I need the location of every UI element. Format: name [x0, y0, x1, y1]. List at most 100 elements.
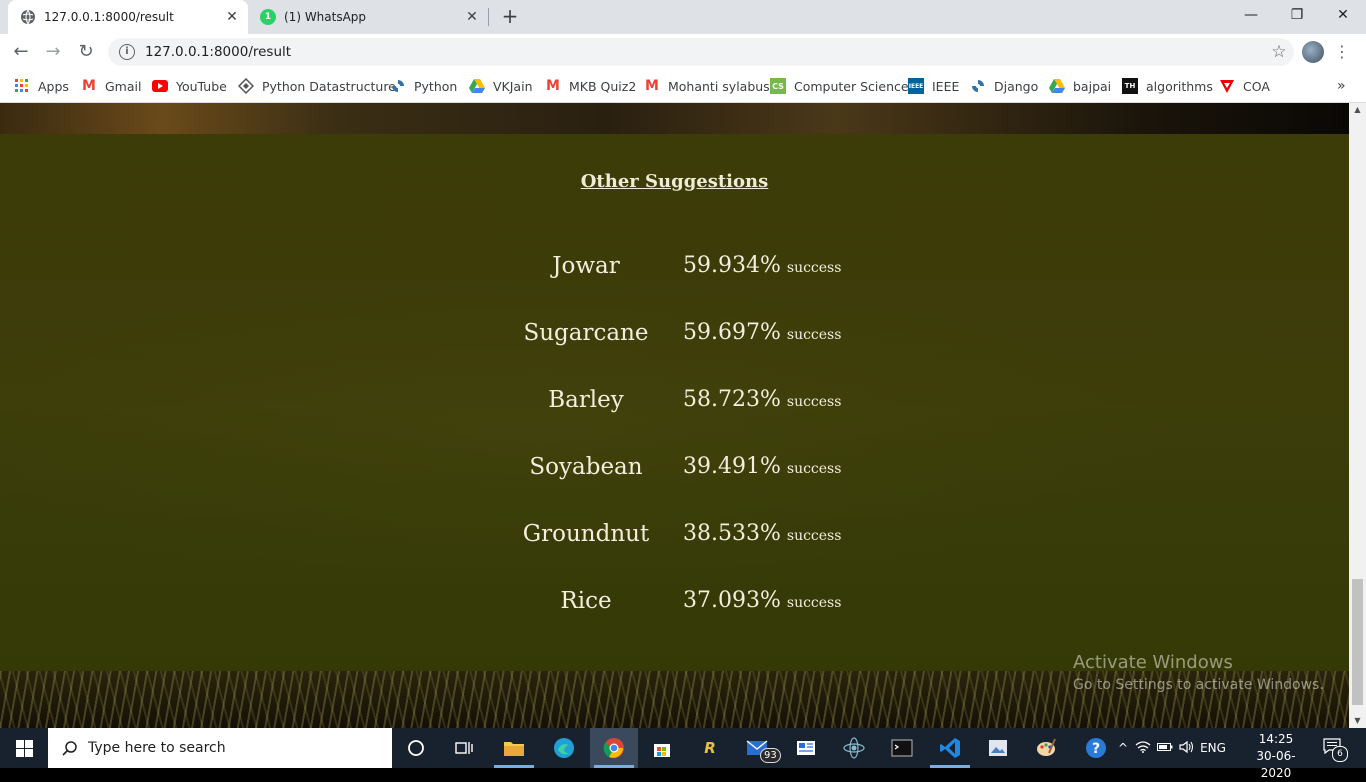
address-bar[interactable]: i 127.0.0.1:8000/result ☆ [108, 38, 1294, 66]
close-window-button[interactable]: ✕ [1320, 0, 1366, 32]
task-view-icon[interactable] [450, 734, 478, 762]
show-hidden-icons-icon[interactable]: ^ [1114, 741, 1132, 755]
back-button[interactable]: ← [8, 40, 34, 64]
battery-icon[interactable] [1154, 741, 1176, 755]
profile-avatar[interactable] [1302, 41, 1324, 63]
close-tab-icon[interactable]: ✕ [462, 9, 482, 25]
bookmark-youtube[interactable]: YouTube [152, 76, 227, 96]
taskbar-search[interactable]: Type here to search [48, 728, 392, 768]
minimize-button[interactable]: — [1228, 0, 1274, 32]
suggestion-row: Rice 37.093% success [0, 588, 1349, 628]
chrome-menu-icon[interactable]: ⋮ [1334, 40, 1350, 64]
bookmark-computer-science[interactable]: CS Computer Science [770, 76, 909, 96]
bookmark-star-icon[interactable]: ☆ [1264, 42, 1294, 62]
anaconda-icon[interactable] [840, 734, 868, 762]
suggestion-row: Sugarcane 59.697% success [0, 320, 1349, 360]
microsoft-store-icon[interactable] [648, 734, 676, 762]
bookmark-vkjain[interactable]: VKJain [469, 76, 533, 96]
python-datastructure-icon [238, 78, 254, 94]
bookmark-label: COA [1243, 78, 1270, 94]
percent-value: 58.723% [683, 387, 781, 412]
language-indicator[interactable]: ENG [1198, 741, 1228, 755]
scrollbar-thumb[interactable] [1352, 579, 1363, 705]
bookmark-label: YouTube [176, 78, 227, 94]
site-info-icon[interactable]: i [119, 44, 135, 60]
apps-grid-icon [14, 78, 30, 94]
page-viewport: Other Suggestions Jowar 59.934% success S… [0, 103, 1349, 728]
reload-button[interactable]: ↻ [73, 40, 99, 64]
bookmark-label: bajpai [1073, 78, 1112, 94]
url-text[interactable]: 127.0.0.1:8000/result [145, 44, 1264, 60]
start-button[interactable] [0, 728, 48, 768]
computer-science-icon: CS [770, 78, 786, 94]
edge-browser-icon[interactable] [550, 734, 578, 762]
success-rate: 59.934% success [683, 253, 841, 278]
svg-text:?: ? [1092, 741, 1100, 757]
system-clock[interactable]: 14:25 30-06-2020 [1244, 731, 1308, 782]
volume-icon[interactable] [1176, 740, 1198, 757]
bookmark-bajpai[interactable]: bajpai [1049, 76, 1111, 96]
scroll-up-arrow-icon[interactable]: ▲ [1349, 103, 1366, 117]
clock-date: 30-06-2020 [1256, 749, 1296, 780]
paint-icon[interactable] [1032, 734, 1060, 762]
google-drive-icon [1049, 78, 1065, 94]
bookmark-label: Computer Science [794, 78, 909, 94]
bookmark-coa[interactable]: COA [1219, 76, 1270, 96]
new-tab-button[interactable]: + [498, 4, 522, 28]
help-icon[interactable]: ? [1082, 734, 1110, 762]
mail-icon[interactable]: 93 [744, 734, 781, 763]
photos-viewer-icon[interactable] [984, 734, 1012, 762]
gmail-icon: M [546, 78, 560, 94]
wifi-icon[interactable] [1132, 740, 1154, 756]
action-center-button[interactable]: 6 [1322, 738, 1348, 762]
crop-name: Groundnut [522, 521, 650, 547]
bookmark-apps[interactable]: Apps [14, 76, 69, 96]
file-explorer-icon[interactable] [500, 734, 528, 762]
success-label: success [786, 595, 842, 611]
percent-value: 59.697% [683, 320, 781, 345]
vscode-icon[interactable] [936, 734, 964, 762]
tab-result[interactable]: 127.0.0.1:8000/result ✕ [8, 0, 248, 34]
mail-badge: 93 [760, 748, 781, 763]
bookmark-mohanti-sylabus[interactable]: M Mohanti sylabus [644, 76, 770, 96]
news-icon[interactable] [792, 734, 820, 762]
bookmark-label: Python [414, 78, 458, 94]
tab-title: 127.0.0.1:8000/result [44, 10, 174, 24]
cortana-icon[interactable] [402, 734, 430, 762]
bookmark-algorithms[interactable]: TH algorithms [1122, 76, 1213, 96]
tab-whatsapp[interactable]: 1 (1) WhatsApp ✕ [248, 0, 488, 34]
gmail-icon: M [82, 78, 96, 94]
bookmark-django[interactable]: Django [970, 76, 1038, 96]
percent-value: 59.934% [683, 253, 781, 278]
success-label: success [786, 461, 842, 477]
bookmark-ieee[interactable]: IEEE IEEE [908, 76, 959, 96]
whatsapp-icon: 1 [260, 9, 276, 25]
success-label: success [786, 394, 842, 410]
bookmark-label: VKJain [493, 78, 533, 94]
close-tab-icon[interactable]: ✕ [222, 9, 242, 25]
forward-button[interactable]: → [40, 40, 66, 64]
bookmark-gmail[interactable]: M Gmail [81, 76, 141, 96]
tab-divider [488, 8, 489, 26]
google-drive-icon [469, 78, 485, 94]
bookmark-python[interactable]: Python [390, 76, 457, 96]
django-icon [970, 78, 986, 94]
percent-value: 37.093% [683, 588, 781, 613]
clock-time: 14:25 [1258, 732, 1294, 746]
more-bookmarks-button[interactable]: » [1337, 76, 1346, 96]
chrome-browser-icon[interactable] [600, 734, 628, 762]
suggestion-row: Barley 58.723% success [0, 387, 1349, 427]
command-prompt-icon[interactable] [888, 734, 916, 762]
bookmark-mkb-quiz2[interactable]: M MKB Quiz2 [545, 76, 636, 96]
bookmark-python-datastructure[interactable]: Python Datastructure [238, 76, 396, 96]
activate-windows-title: Activate Windows [1073, 652, 1233, 673]
bookmark-label: Apps [38, 78, 69, 94]
rstudio-icon[interactable]: R [696, 734, 724, 762]
bookmark-label: Gmail [105, 78, 142, 94]
activate-windows-subtitle: Go to Settings to activate Windows. [1073, 677, 1324, 693]
restore-button[interactable]: ❐ [1274, 0, 1320, 32]
windows-logo-icon [15, 739, 33, 757]
page-scrollbar[interactable]: ▲ ▼ [1349, 103, 1366, 728]
scroll-down-arrow-icon[interactable]: ▼ [1349, 714, 1366, 728]
search-icon [62, 740, 78, 756]
